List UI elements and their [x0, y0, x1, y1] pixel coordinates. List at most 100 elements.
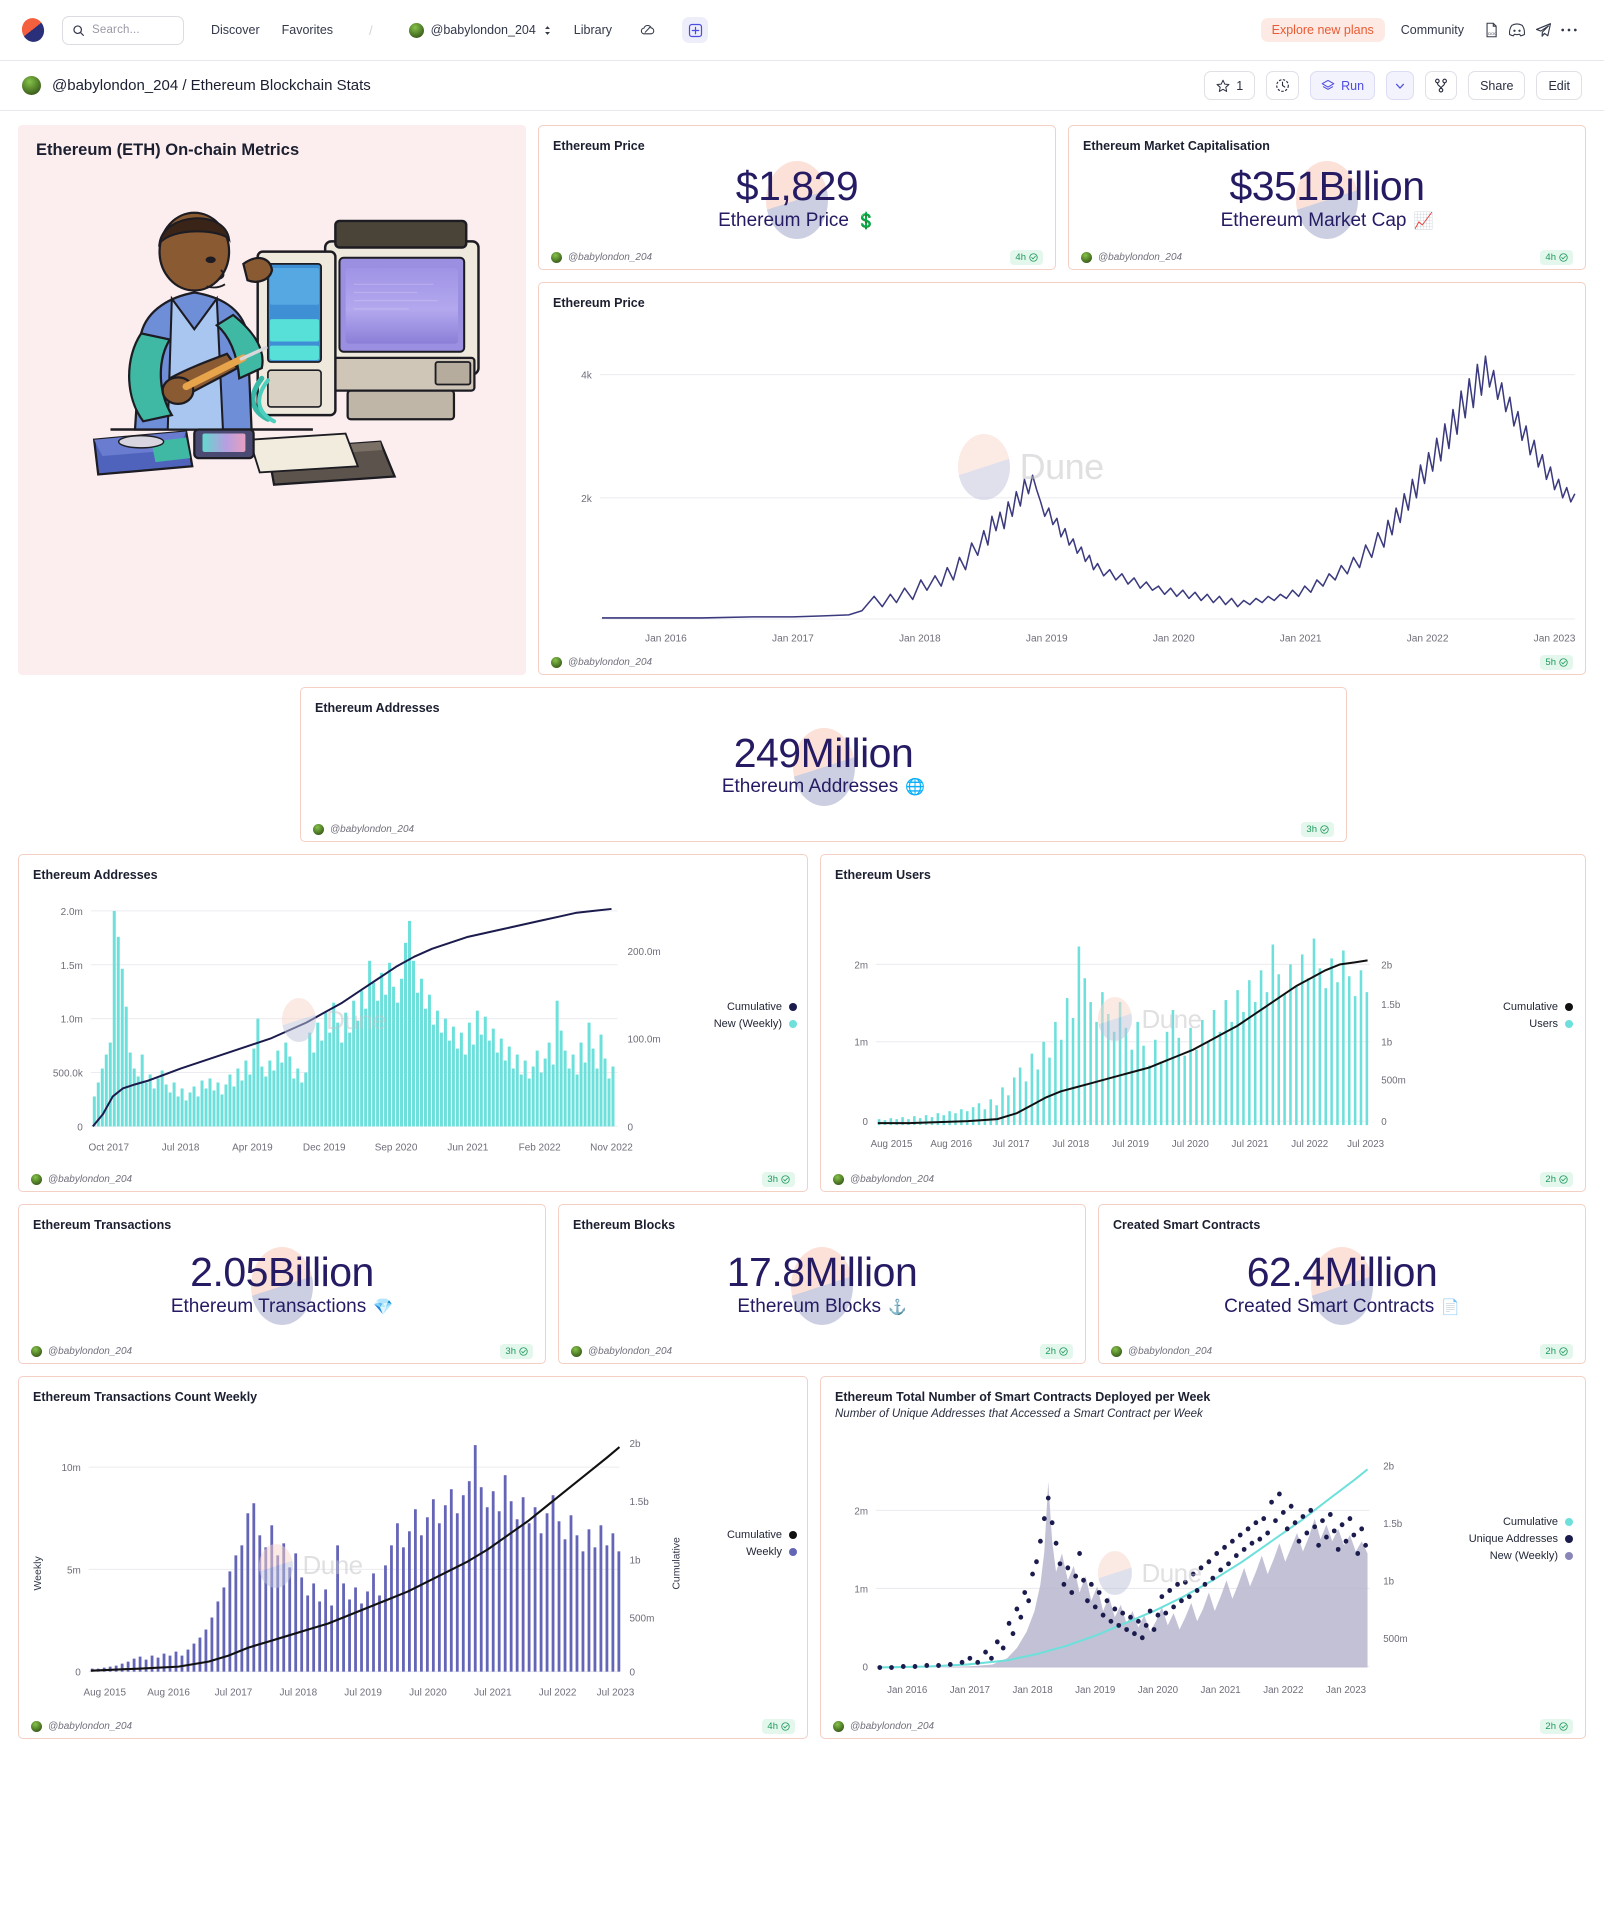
freshness-badge: 4h: [1540, 249, 1573, 265]
svg-text:Jul 2021: Jul 2021: [1232, 1139, 1269, 1150]
card-author[interactable]: @babylondon_204: [330, 824, 414, 835]
chart-plot-area[interactable]: Dune 4k 2k Jan 2016 Jan 2017 Jan 2018 Ja…: [539, 311, 1585, 650]
dashboard-body: Ethereum (ETH) On-chain Metrics Ethereum…: [0, 111, 1604, 1775]
chart-plot-area[interactable]: Dune Cumulative Weekly 10m 5m 0 2b 1.5b …: [19, 1405, 807, 1714]
svg-text:Jan 2016: Jan 2016: [887, 1685, 928, 1696]
legend-item[interactable]: Cumulative: [727, 1529, 797, 1541]
card-author[interactable]: @babylondon_204: [1098, 252, 1182, 263]
more-icon[interactable]: [1556, 17, 1582, 43]
counter-card-ethereum-price: Ethereum Price $1,829 Ethereum Price 💲 @…: [538, 125, 1056, 270]
run-options-button[interactable]: [1386, 71, 1415, 100]
chevron-down-icon: [1396, 83, 1405, 89]
svg-text:Aug 2015: Aug 2015: [83, 1688, 126, 1699]
svg-text:500m: 500m: [1383, 1634, 1407, 1645]
freshness-text: 5h: [1545, 656, 1556, 668]
svg-text:0: 0: [629, 1668, 635, 1679]
chart-plot-area[interactable]: Dune Cumulative Unique Addresses New (We…: [821, 1420, 1585, 1714]
telegram-icon[interactable]: [1530, 17, 1556, 43]
card-author[interactable]: @babylondon_204: [850, 1174, 934, 1185]
svg-text:1.5b: 1.5b: [629, 1497, 649, 1508]
card-footer: @babylondon_204 4h: [1069, 246, 1585, 269]
counter-label: Ethereum Blocks: [737, 1295, 881, 1317]
svg-text:Jan 2017: Jan 2017: [950, 1685, 991, 1696]
svg-text:Cumulative: Cumulative: [671, 1537, 682, 1590]
tx-weekly-bar-line-chart: 10m 5m 0 2b 1.5b 1b 500m 0 Weekly Cumula…: [33, 1439, 682, 1699]
new-item-icon[interactable]: [682, 17, 709, 43]
avatar: [551, 251, 562, 263]
card-footer: @babylondon_204 4h: [19, 1714, 807, 1738]
technician-computer-illustration: [92, 211, 480, 486]
star-button[interactable]: 1: [1204, 71, 1256, 100]
legend-label: New (Weekly): [713, 1018, 782, 1031]
nav-link-discover[interactable]: Discover: [211, 23, 260, 37]
share-button[interactable]: Share: [1468, 71, 1526, 100]
card-author[interactable]: @babylondon_204: [568, 657, 652, 668]
star-icon: [1216, 79, 1230, 92]
nav-link-library[interactable]: Library: [574, 23, 612, 37]
card-footer: @babylondon_204 3h: [19, 1339, 545, 1363]
svg-text:Jul 2018: Jul 2018: [162, 1143, 200, 1154]
card-footer: @babylondon_204 3h: [301, 817, 1346, 841]
gem-icon: 💎: [373, 1298, 394, 1316]
freshness-text: 2h: [1545, 1173, 1556, 1185]
dune-logo-icon[interactable]: [18, 15, 48, 45]
legend-item[interactable]: Cumulative: [1503, 1001, 1573, 1013]
legend-item[interactable]: Cumulative: [1469, 1516, 1573, 1528]
legend-item[interactable]: Unique Addresses: [1469, 1533, 1573, 1545]
fork-icon: [1435, 78, 1448, 93]
legend-item[interactable]: Cumulative: [714, 1001, 797, 1013]
legend-item[interactable]: New (Weekly): [714, 1018, 797, 1030]
svg-text:Sep 2020: Sep 2020: [375, 1143, 418, 1154]
fork-button[interactable]: [1425, 71, 1458, 100]
chart-plot-area[interactable]: Dune Cumulative New (Weekly) 2.0m 1.5m 1…: [19, 883, 807, 1168]
card-author[interactable]: @babylondon_204: [48, 1346, 132, 1357]
avatar: [408, 22, 424, 38]
run-button[interactable]: Run: [1310, 71, 1376, 100]
svg-text:0: 0: [77, 1123, 83, 1134]
svg-text:1m: 1m: [854, 1038, 868, 1049]
explore-new-plans-button[interactable]: Explore new plans: [1260, 18, 1385, 42]
counter-label: Ethereum Transactions: [170, 1295, 367, 1317]
svg-text:200.0m: 200.0m: [627, 947, 660, 958]
card-author[interactable]: @babylondon_204: [48, 1174, 132, 1185]
card-author[interactable]: @babylondon_204: [588, 1346, 672, 1357]
avatar: [31, 1174, 42, 1186]
edit-button[interactable]: Edit: [1536, 71, 1582, 100]
card-author[interactable]: @babylondon_204: [1128, 1346, 1212, 1357]
docs-icon[interactable]: DOC: [1478, 17, 1504, 43]
svg-text:2b: 2b: [629, 1439, 641, 1450]
chart-plot-area[interactable]: Dune Cumulative Users 2m 1m 0 2b 1.5b 1b…: [821, 883, 1585, 1167]
svg-text:Jul 2019: Jul 2019: [1112, 1139, 1149, 1150]
svg-text:Aug 2016: Aug 2016: [930, 1139, 972, 1150]
card-subtitle: Number of Unique Addresses that Accessed…: [835, 1408, 1203, 1421]
legend-label: Users: [1529, 1018, 1558, 1031]
svg-text:Jul 2023: Jul 2023: [1347, 1139, 1384, 1150]
legend-item[interactable]: Users: [1503, 1018, 1573, 1030]
svg-text:1.5b: 1.5b: [1381, 1000, 1401, 1011]
search-input[interactable]: Search...: [62, 15, 184, 45]
avatar: [833, 1173, 844, 1185]
run-label: Run: [1341, 78, 1365, 93]
check-circle-icon: [1320, 824, 1329, 834]
svg-text:2m: 2m: [854, 961, 868, 972]
card-author[interactable]: @babylondon_204: [568, 252, 652, 263]
card-author[interactable]: @babylondon_204: [850, 1721, 934, 1732]
card-title: Ethereum Users: [835, 868, 931, 882]
schedule-button[interactable]: [1266, 71, 1300, 100]
freshness-badge: 3h: [762, 1172, 795, 1188]
check-circle-icon: [1059, 1346, 1068, 1356]
nav-link-favorites[interactable]: Favorites: [282, 23, 333, 37]
svg-text:1.5b: 1.5b: [1383, 1519, 1402, 1530]
counter-label: Ethereum Price: [718, 209, 850, 231]
card-author[interactable]: @babylondon_204: [48, 1721, 132, 1732]
svg-text:Oct 2017: Oct 2017: [89, 1143, 130, 1154]
legend-item[interactable]: New (Weekly): [1469, 1550, 1573, 1562]
discord-icon[interactable]: [1504, 17, 1530, 43]
card-title: Ethereum Addresses: [33, 868, 158, 882]
card-footer: @babylondon_204 2h: [559, 1339, 1085, 1363]
cloud-icon[interactable]: [634, 17, 660, 43]
legend-item[interactable]: Weekly: [727, 1546, 797, 1558]
nav-user-selector[interactable]: @babylondon_204: [408, 22, 552, 38]
svg-text:Jan 2023: Jan 2023: [1534, 634, 1576, 645]
nav-link-community[interactable]: Community: [1401, 23, 1464, 37]
